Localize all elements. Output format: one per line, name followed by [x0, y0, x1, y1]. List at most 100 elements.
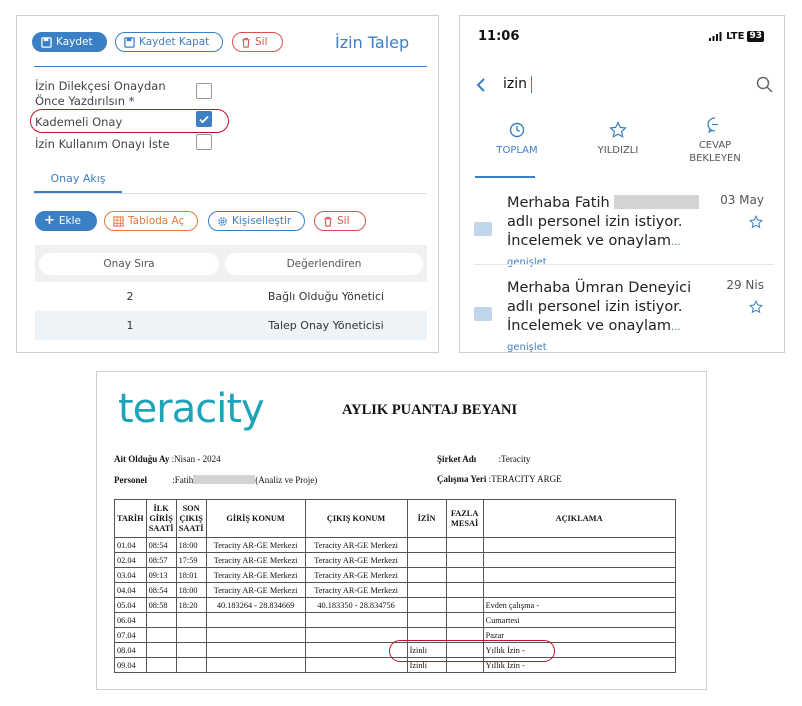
- mail-text-start: Merhaba Fatih: [507, 195, 610, 211]
- highlight-oval: [389, 640, 555, 662]
- signal-icon: [709, 32, 722, 41]
- mail-divider: [474, 264, 774, 265]
- star-icon[interactable]: [749, 215, 763, 229]
- table-cell: [445, 552, 484, 568]
- table-cell: [482, 582, 676, 598]
- table-cell: [304, 657, 408, 673]
- table-cell: [205, 642, 306, 658]
- network-type: LTE: [726, 31, 745, 42]
- table-cell: [145, 657, 177, 673]
- mail-type-icon: [474, 307, 492, 321]
- plus-icon: +: [44, 213, 55, 228]
- table-cell: [145, 642, 177, 658]
- print-checkbox[interactable]: [196, 83, 212, 99]
- column-header-evaluator[interactable]: Değerlendiren: [225, 252, 423, 275]
- usage-approval-checkbox[interactable]: [196, 134, 212, 150]
- table-row: 01.04 08:54 18:00 Teracity AR-GE Merkezi Ter…: [114, 537, 676, 553]
- table-row: 05.04 08:58 18:20 40.183264 - 28.834669 40.1…: [114, 597, 676, 613]
- table-cell: [205, 627, 306, 643]
- company-value: :Teracity: [498, 454, 531, 464]
- save-button[interactable]: Kaydet: [32, 32, 107, 52]
- delete-button[interactable]: Sil: [232, 32, 283, 52]
- table-cell: 18:00: [175, 537, 207, 553]
- save-label: Kaydet: [56, 36, 93, 48]
- search-icon[interactable]: [756, 76, 773, 93]
- mail-type-icon: [474, 222, 492, 236]
- table-cell: Teracity AR-GE Merkezi: [304, 552, 408, 568]
- add-button[interactable]: + Ekle: [35, 211, 97, 231]
- table-cell: [445, 537, 484, 553]
- gear-icon: [218, 216, 227, 226]
- personnel-field: Personel :Fatih (Analiz ve Proje): [114, 475, 317, 485]
- table-cell: [175, 657, 207, 673]
- period-field: Ait Olduğu Ay :Nisan - 2024: [114, 454, 221, 464]
- grid-header: Onay Sıra Değerlendiren: [35, 245, 427, 282]
- delete-row-label: Sil: [337, 215, 350, 227]
- workplace-label: Çalışma Yeri: [437, 474, 487, 484]
- star-icon[interactable]: [749, 300, 763, 314]
- table-cell: 09:13: [145, 567, 177, 583]
- table-cell: [406, 612, 447, 628]
- row-order: 1: [126, 319, 134, 332]
- leave-request-form: Kaydet Kaydet Kapat Sil İzin Talep İzin …: [16, 15, 439, 353]
- floppy-icon: [41, 36, 52, 48]
- print-label-line1: İzin Dilekçesi Onaydan: [35, 79, 166, 93]
- table-cell: [205, 657, 306, 673]
- personnel-unit: (Analiz ve Proje): [255, 475, 318, 485]
- personnel-label: Personel: [114, 475, 147, 485]
- table-cell: [406, 537, 447, 553]
- company-logo: teracity: [118, 386, 265, 432]
- open-in-table-button[interactable]: Tabloda Aç: [104, 211, 198, 231]
- table-cell: 03.04: [114, 567, 147, 583]
- trash-icon: [324, 216, 332, 227]
- mail-preview: Merhaba Fatih adlı personel izin istiyor…: [507, 194, 712, 272]
- column-header: TARİH: [114, 499, 147, 538]
- tab-divider: [34, 193, 427, 194]
- open-in-table-label: Tabloda Aç: [128, 215, 185, 227]
- table-cell: 08:54: [145, 582, 177, 598]
- save-close-label: Kaydet Kapat: [139, 36, 210, 48]
- chat-bubble-icon: [707, 117, 718, 134]
- table-cell: [445, 582, 484, 598]
- personalize-button[interactable]: Kişiselleştir: [208, 211, 305, 231]
- table-cell: [145, 627, 177, 643]
- history-icon: [509, 122, 525, 138]
- tab-approval-flow[interactable]: Onay Akış: [34, 169, 122, 193]
- company-field: Şirket Adı :Teracity: [437, 454, 530, 464]
- report-title: AYLIK PUANTAJ BEYANI: [342, 402, 518, 418]
- table-cell: Teracity AR-GE Merkezi: [205, 582, 306, 598]
- tab-all[interactable]: TOPLAM: [472, 121, 562, 157]
- table-cell: Cumartesi: [482, 612, 676, 628]
- workplace-field: Çalışma Yeri :TERACITY ARGE: [437, 474, 562, 484]
- table-cell: [406, 597, 447, 613]
- tab-starred-label: YILDIZLI: [597, 145, 639, 156]
- table-row[interactable]: 1 Talep Onay Yöneticisi: [35, 311, 427, 340]
- column-header: FAZLA MESAİ: [445, 499, 484, 538]
- table-cell: Teracity AR-GE Merkezi: [205, 552, 306, 568]
- back-arrow-icon[interactable]: [475, 77, 487, 93]
- page-title: İzin Talep: [335, 33, 410, 52]
- search-input[interactable]: izin: [503, 76, 527, 92]
- search-bar[interactable]: izin: [473, 74, 773, 96]
- table-row[interactable]: 2 Bağlı Olduğu Yönetici: [35, 282, 427, 311]
- table-cell: Teracity AR-GE Merkezi: [205, 537, 306, 553]
- save-close-button[interactable]: Kaydet Kapat: [115, 32, 223, 52]
- row-evaluator: Talep Onay Yöneticisi: [268, 319, 384, 332]
- table-cell: [482, 567, 676, 583]
- table-cell: [175, 627, 207, 643]
- column-header-order[interactable]: Onay Sıra: [39, 252, 219, 275]
- mobile-mail-screen: 11:06 LTE 93 izin TOPLAM YILDIZLI CEVAP …: [459, 15, 785, 353]
- personalize-label: Kişiselleştir: [232, 215, 292, 227]
- table-cell: 02.04: [114, 552, 147, 568]
- redacted-name: [193, 475, 256, 484]
- print-label-line2: Önce Yazdırılsın *: [35, 94, 135, 108]
- table-cell: 40.183350 - 28.834756: [304, 597, 408, 613]
- tab-starred[interactable]: YILDIZLI: [573, 121, 663, 157]
- column-header: GİRİŞ KONUM: [205, 499, 306, 538]
- table-header-row: TARİH İLK GİRİŞ SAATİ SON ÇIKIŞ SAATİ Gİ…: [114, 499, 676, 538]
- period-value: :Nisan - 2024: [171, 454, 221, 464]
- tab-awaiting-reply[interactable]: CEVAP BEKLEYEN: [670, 116, 760, 165]
- delete-label: Sil: [255, 36, 268, 48]
- table-cell: [175, 642, 207, 658]
- delete-row-button[interactable]: Sil: [314, 211, 366, 231]
